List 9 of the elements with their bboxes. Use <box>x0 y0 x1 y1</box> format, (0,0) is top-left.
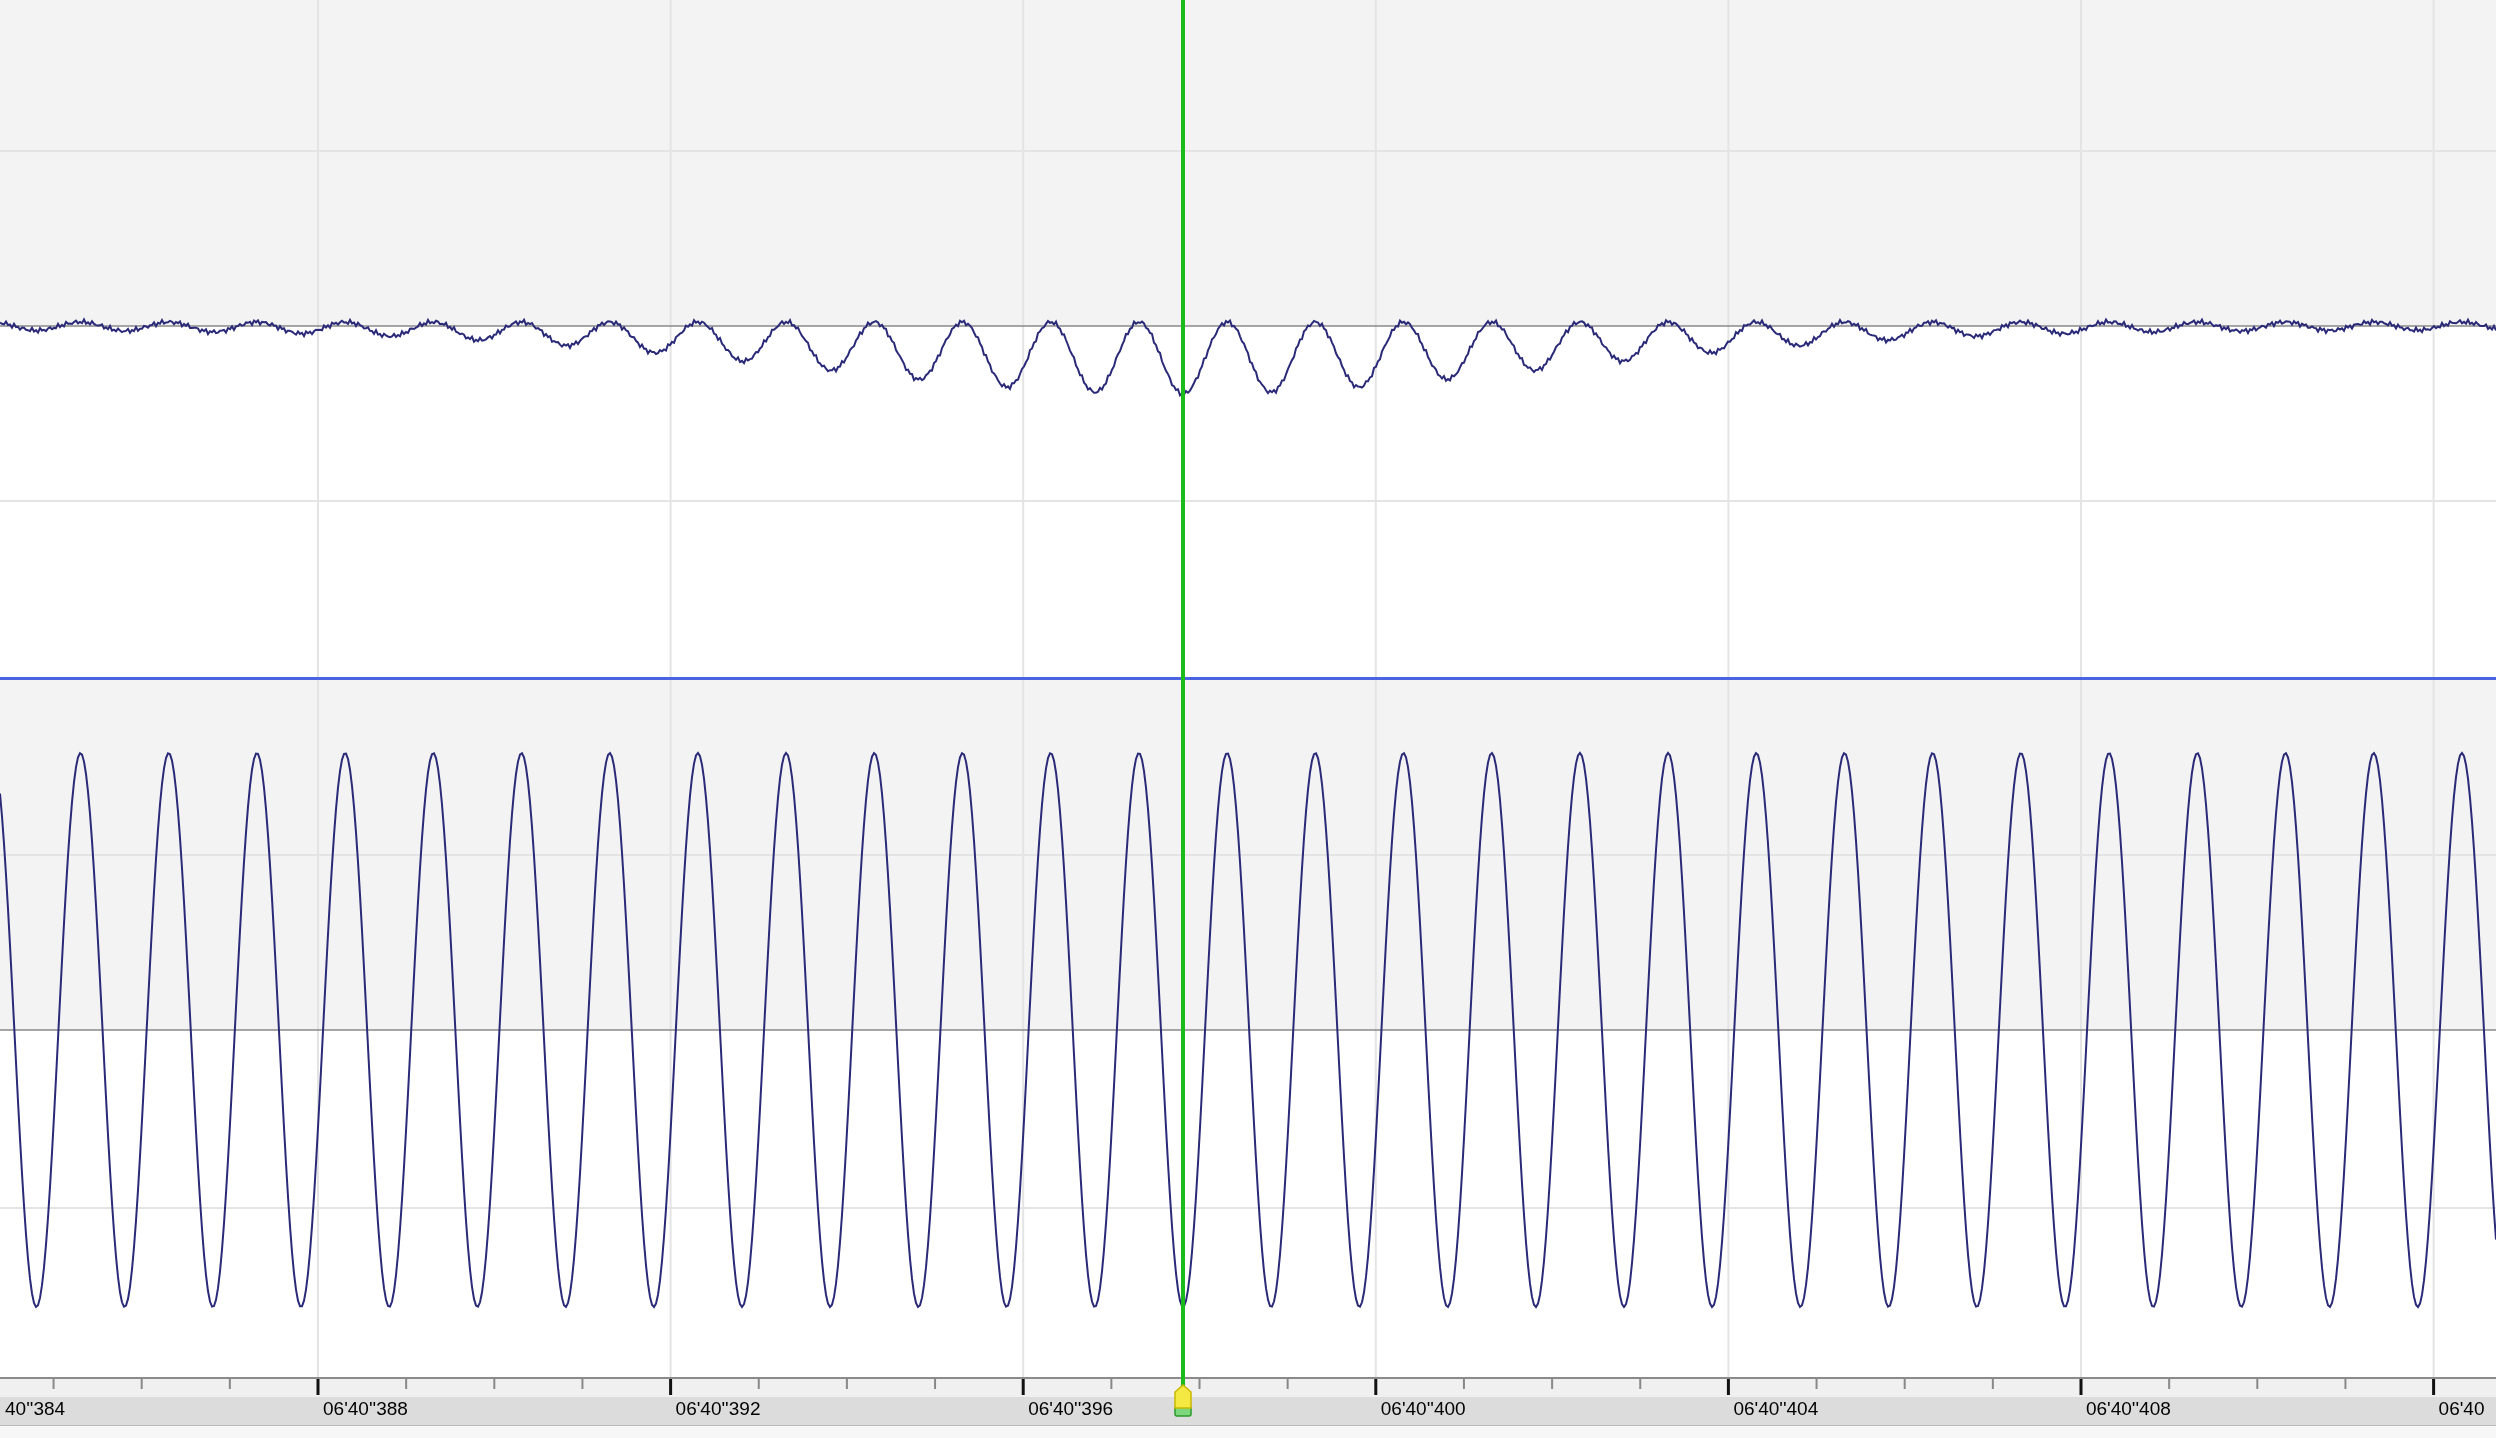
ruler-label: 06'40''396 <box>1028 1398 1114 1419</box>
ruler-label: 06'40''400 <box>1380 1398 1466 1419</box>
ruler-label: 06'40 <box>2438 1398 2485 1419</box>
ruler-label: 06'40''404 <box>1733 1398 1819 1419</box>
ruler-label: 06'40''388 <box>323 1398 408 1419</box>
ruler-label: 06'40''392 <box>675 1398 761 1419</box>
ruler-label: 40''384 <box>5 1398 66 1419</box>
playhead-marker-icon <box>1172 1384 1194 1418</box>
ruler-label: 06'40''408 <box>2085 1398 2171 1419</box>
